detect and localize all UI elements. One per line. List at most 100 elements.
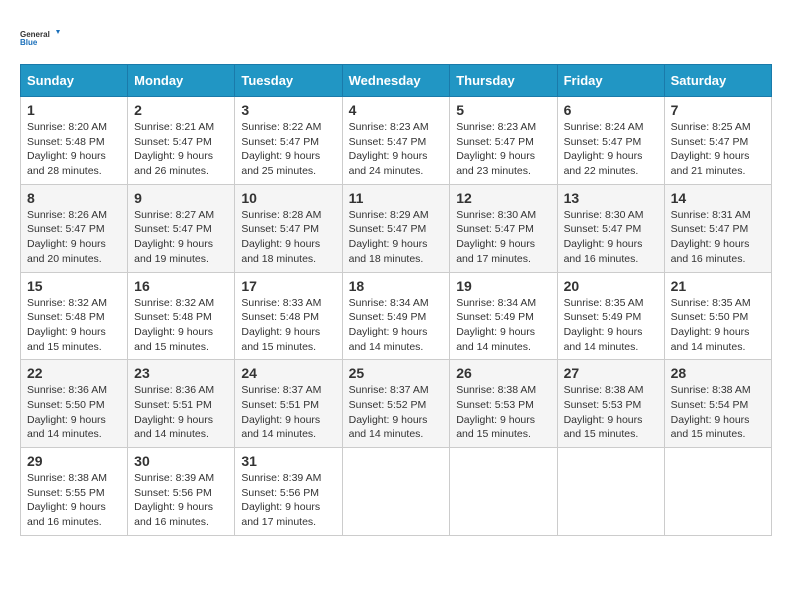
day-number: 27 [564,365,658,381]
calendar-cell: 15Sunrise: 8:32 AMSunset: 5:48 PMDayligh… [21,272,128,360]
day-number: 7 [671,102,765,118]
day-number: 16 [134,278,228,294]
header-monday: Monday [128,65,235,97]
calendar-cell: 22 Sunrise: 8:36 AMSunset: 5:50 PMDayligh… [21,360,128,448]
calendar-week-3: 15 Sunrise: 8:32 AMSunset: 5:48 PMDayligh… [21,272,772,360]
calendar-cell: 4 Sunrise: 8:23 AMSunset: 5:47 PMDaylight… [342,97,450,185]
logo: General Blue [20,20,60,56]
calendar-cell: 7 Sunrise: 8:25 AMSunset: 5:47 PMDaylight… [664,97,771,185]
cell-info: Sunrise: 8:36 AMSunset: 5:50 PMDaylight:… [27,383,121,442]
day-number: 8 [27,190,121,206]
cell-info: Sunrise: 8:20 AMSunset: 5:48 PMDaylight:… [27,120,121,179]
calendar-cell: 6 Sunrise: 8:24 AMSunset: 5:47 PMDaylight… [557,97,664,185]
cell-info: Sunrise: 8:38 AMSunset: 5:53 PMDaylight:… [564,383,658,442]
cell-info: Sunrise: 8:27 AMSunset: 5:47 PMDaylight:… [134,208,228,267]
cell-info: Sunrise: 8:36 AMSunset: 5:51 PMDaylight:… [134,383,228,442]
logo-svg: General Blue [20,20,60,56]
header-wednesday: Wednesday [342,65,450,97]
cell-info: Sunrise: 8:23 AMSunset: 5:47 PMDaylight:… [349,120,444,179]
calendar-cell: 14 Sunrise: 8:31 AMSunset: 5:47 PMDayligh… [664,184,771,272]
calendar-cell: 3Sunrise: 8:22 AMSunset: 5:47 PMDaylight… [235,97,342,185]
calendar-cell [450,448,557,536]
calendar-cell: 25 Sunrise: 8:37 AMSunset: 5:52 PMDayligh… [342,360,450,448]
cell-info: Sunrise: 8:32 AMSunset: 5:48 PMDaylight:… [134,296,228,355]
header-friday: Friday [557,65,664,97]
calendar-cell: 30 Sunrise: 8:39 AMSunset: 5:56 PMDayligh… [128,448,235,536]
calendar-cell: 20 Sunrise: 8:35 AMSunset: 5:49 PMDayligh… [557,272,664,360]
calendar-cell: 27 Sunrise: 8:38 AMSunset: 5:53 PMDayligh… [557,360,664,448]
calendar-table: SundayMondayTuesdayWednesdayThursdayFrid… [20,64,772,536]
cell-info: Sunrise: 8:21 AMSunset: 5:47 PMDaylight:… [134,120,228,179]
calendar-cell [557,448,664,536]
day-number: 20 [564,278,658,294]
cell-info: Sunrise: 8:35 AMSunset: 5:50 PMDaylight:… [671,296,765,355]
day-number: 2 [134,102,228,118]
cell-info: Sunrise: 8:34 AMSunset: 5:49 PMDaylight:… [349,296,444,355]
cell-info: Sunrise: 8:29 AMSunset: 5:47 PMDaylight:… [349,208,444,267]
day-number: 6 [564,102,658,118]
day-number: 28 [671,365,765,381]
day-number: 10 [241,190,335,206]
day-number: 30 [134,453,228,469]
calendar-cell: 10 Sunrise: 8:28 AMSunset: 5:47 PMDayligh… [235,184,342,272]
calendar-cell: 28 Sunrise: 8:38 AMSunset: 5:54 PMDayligh… [664,360,771,448]
cell-info: Sunrise: 8:22 AMSunset: 5:47 PMDaylight:… [241,120,335,179]
cell-info: Sunrise: 8:35 AMSunset: 5:49 PMDaylight:… [564,296,658,355]
cell-info: Sunrise: 8:37 AMSunset: 5:52 PMDaylight:… [349,383,444,442]
day-number: 31 [241,453,335,469]
calendar-week-5: 29 Sunrise: 8:38 AMSunset: 5:55 PMDayligh… [21,448,772,536]
cell-info: Sunrise: 8:25 AMSunset: 5:47 PMDaylight:… [671,120,765,179]
cell-info: Sunrise: 8:30 AMSunset: 5:47 PMDaylight:… [564,208,658,267]
cell-info: Sunrise: 8:34 AMSunset: 5:49 PMDaylight:… [456,296,550,355]
header-tuesday: Tuesday [235,65,342,97]
cell-info: Sunrise: 8:24 AMSunset: 5:47 PMDaylight:… [564,120,658,179]
svg-text:Blue: Blue [20,38,38,47]
calendar-cell: 11 Sunrise: 8:29 AMSunset: 5:47 PMDayligh… [342,184,450,272]
day-number: 29 [27,453,121,469]
calendar-cell: 29 Sunrise: 8:38 AMSunset: 5:55 PMDayligh… [21,448,128,536]
calendar-cell: 18Sunrise: 8:34 AMSunset: 5:49 PMDayligh… [342,272,450,360]
day-number: 13 [564,190,658,206]
day-number: 1 [27,102,121,118]
cell-info: Sunrise: 8:38 AMSunset: 5:55 PMDaylight:… [27,471,121,530]
cell-info: Sunrise: 8:37 AMSunset: 5:51 PMDaylight:… [241,383,335,442]
calendar-cell: 2 Sunrise: 8:21 AMSunset: 5:47 PMDaylight… [128,97,235,185]
cell-info: Sunrise: 8:26 AMSunset: 5:47 PMDaylight:… [27,208,121,267]
cell-info: Sunrise: 8:39 AMSunset: 5:56 PMDaylight:… [241,471,335,530]
cell-info: Sunrise: 8:39 AMSunset: 5:56 PMDaylight:… [134,471,228,530]
day-number: 25 [349,365,444,381]
header-saturday: Saturday [664,65,771,97]
day-number: 17 [241,278,335,294]
day-number: 4 [349,102,444,118]
day-number: 24 [241,365,335,381]
day-number: 5 [456,102,550,118]
header-sunday: Sunday [21,65,128,97]
calendar-week-2: 8 Sunrise: 8:26 AMSunset: 5:47 PMDaylight… [21,184,772,272]
cell-info: Sunrise: 8:38 AMSunset: 5:53 PMDaylight:… [456,383,550,442]
calendar-cell: 23 Sunrise: 8:36 AMSunset: 5:51 PMDayligh… [128,360,235,448]
day-number: 23 [134,365,228,381]
day-number: 19 [456,278,550,294]
calendar-cell: 24 Sunrise: 8:37 AMSunset: 5:51 PMDayligh… [235,360,342,448]
cell-info: Sunrise: 8:31 AMSunset: 5:47 PMDaylight:… [671,208,765,267]
calendar-cell [664,448,771,536]
cell-info: Sunrise: 8:33 AMSunset: 5:48 PMDaylight:… [241,296,335,355]
day-number: 11 [349,190,444,206]
day-number: 15 [27,278,121,294]
calendar-cell: 8 Sunrise: 8:26 AMSunset: 5:47 PMDaylight… [21,184,128,272]
calendar-cell: 26Sunrise: 8:38 AMSunset: 5:53 PMDayligh… [450,360,557,448]
calendar-cell: 19 Sunrise: 8:34 AMSunset: 5:49 PMDayligh… [450,272,557,360]
cell-info: Sunrise: 8:28 AMSunset: 5:47 PMDaylight:… [241,208,335,267]
calendar-cell: 31 Sunrise: 8:39 AMSunset: 5:56 PMDayligh… [235,448,342,536]
calendar-cell: 16 Sunrise: 8:32 AMSunset: 5:48 PMDayligh… [128,272,235,360]
cell-info: Sunrise: 8:38 AMSunset: 5:54 PMDaylight:… [671,383,765,442]
header-thursday: Thursday [450,65,557,97]
calendar-week-1: 1 Sunrise: 8:20 AMSunset: 5:48 PMDaylight… [21,97,772,185]
calendar-cell: 1 Sunrise: 8:20 AMSunset: 5:48 PMDaylight… [21,97,128,185]
calendar-cell: 17 Sunrise: 8:33 AMSunset: 5:48 PMDayligh… [235,272,342,360]
calendar-cell: 5Sunrise: 8:23 AMSunset: 5:47 PMDaylight… [450,97,557,185]
day-number: 22 [27,365,121,381]
page-header: General Blue [20,20,772,56]
cell-info: Sunrise: 8:30 AMSunset: 5:47 PMDaylight:… [456,208,550,267]
day-number: 14 [671,190,765,206]
